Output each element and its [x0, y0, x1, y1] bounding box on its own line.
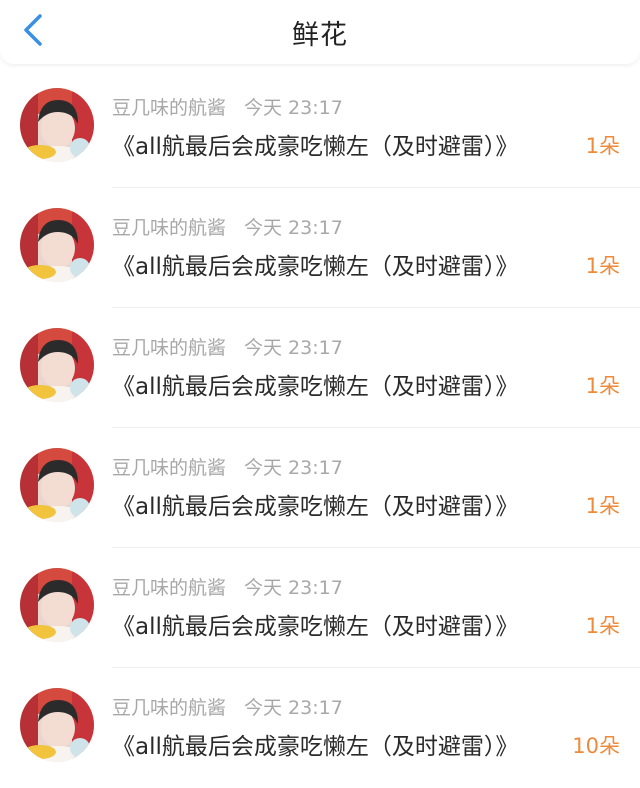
- flower-count: 10朵: [572, 734, 620, 758]
- timestamp: 今天 23:17: [244, 577, 343, 599]
- item-meta: 豆几味的航酱 今天 23:17: [112, 573, 343, 600]
- flower-count: 1朵: [585, 374, 620, 398]
- work-title[interactable]: 《all航最后会成豪吃懒左（及时避雷）》: [112, 487, 518, 521]
- list-item[interactable]: 豆几味的航酱 今天 23:17 《all航最后会成豪吃懒左（及时避雷）》 10朵: [0, 668, 640, 788]
- avatar[interactable]: [20, 208, 94, 282]
- list-item[interactable]: 豆几味的航酱 今天 23:17 《all航最后会成豪吃懒左（及时避雷）》 1朵: [0, 188, 640, 308]
- timestamp: 今天 23:17: [244, 97, 343, 119]
- list-item[interactable]: 豆几味的航酱 今天 23:17 《all航最后会成豪吃懒左（及时避雷）》 1朵: [0, 68, 640, 188]
- page-title: 鲜花: [292, 20, 348, 51]
- username[interactable]: 豆几味的航酱: [112, 337, 226, 359]
- flower-list: 豆几味的航酱 今天 23:17 《all航最后会成豪吃懒左（及时避雷）》 1朵 豆几味…: [0, 68, 640, 788]
- avatar[interactable]: [20, 448, 94, 522]
- item-meta: 豆几味的航酱 今天 23:17: [112, 693, 343, 720]
- flower-count: 1朵: [585, 494, 620, 518]
- timestamp: 今天 23:17: [244, 217, 343, 239]
- username[interactable]: 豆几味的航酱: [112, 217, 226, 239]
- username[interactable]: 豆几味的航酱: [112, 457, 226, 479]
- item-meta: 豆几味的航酱 今天 23:17: [112, 93, 343, 120]
- username[interactable]: 豆几味的航酱: [112, 97, 226, 119]
- list-item[interactable]: 豆几味的航酱 今天 23:17 《all航最后会成豪吃懒左（及时避雷）》 1朵: [0, 308, 640, 428]
- top-bar: 鲜花: [0, 0, 640, 64]
- work-title[interactable]: 《all航最后会成豪吃懒左（及时避雷）》: [112, 727, 518, 761]
- username[interactable]: 豆几味的航酱: [112, 577, 226, 599]
- work-title[interactable]: 《all航最后会成豪吃懒左（及时避雷）》: [112, 247, 518, 281]
- avatar[interactable]: [20, 688, 94, 762]
- avatar[interactable]: [20, 568, 94, 642]
- avatar[interactable]: [20, 328, 94, 402]
- timestamp: 今天 23:17: [244, 697, 343, 719]
- flower-count: 1朵: [585, 134, 620, 158]
- timestamp: 今天 23:17: [244, 457, 343, 479]
- flower-count: 1朵: [585, 614, 620, 638]
- flower-count: 1朵: [585, 254, 620, 278]
- item-meta: 豆几味的航酱 今天 23:17: [112, 333, 343, 360]
- item-meta: 豆几味的航酱 今天 23:17: [112, 453, 343, 480]
- work-title[interactable]: 《all航最后会成豪吃懒左（及时避雷）》: [112, 607, 518, 641]
- work-title[interactable]: 《all航最后会成豪吃懒左（及时避雷）》: [112, 367, 518, 401]
- list-item[interactable]: 豆几味的航酱 今天 23:17 《all航最后会成豪吃懒左（及时避雷）》 1朵: [0, 548, 640, 668]
- username[interactable]: 豆几味的航酱: [112, 697, 226, 719]
- work-title[interactable]: 《all航最后会成豪吃懒左（及时避雷）》: [112, 127, 518, 161]
- avatar[interactable]: [20, 88, 94, 162]
- timestamp: 今天 23:17: [244, 337, 343, 359]
- list-item[interactable]: 豆几味的航酱 今天 23:17 《all航最后会成豪吃懒左（及时避雷）》 1朵: [0, 428, 640, 548]
- item-meta: 豆几味的航酱 今天 23:17: [112, 213, 343, 240]
